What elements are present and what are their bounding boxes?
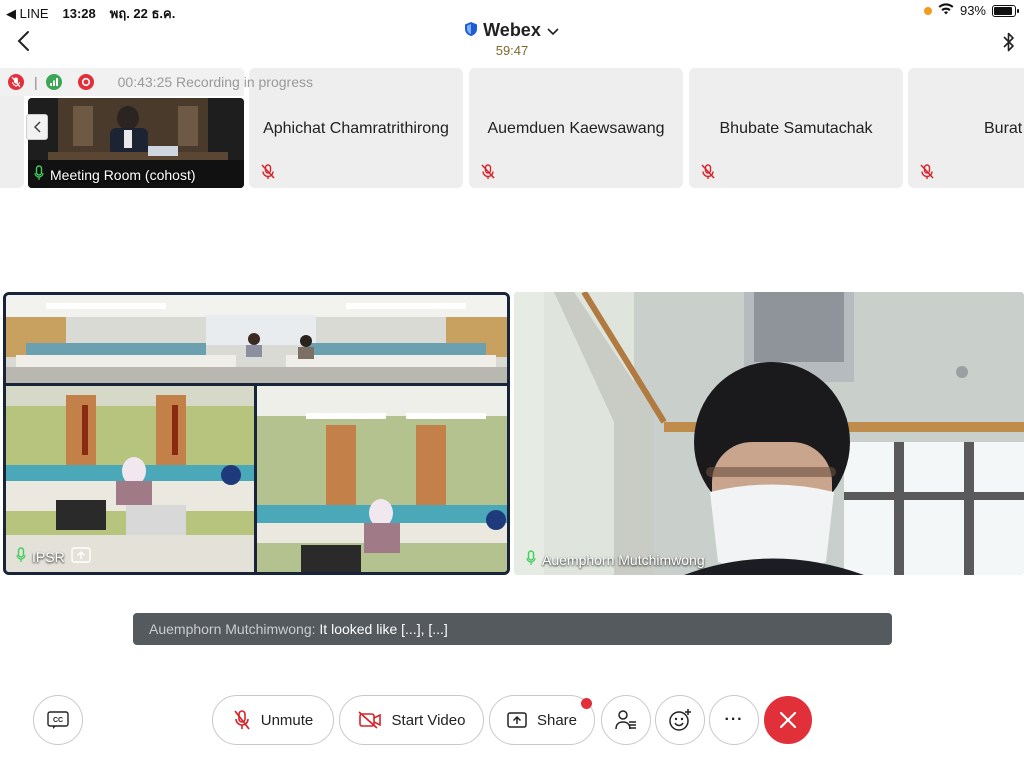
meeting-title: Webex <box>483 20 541 40</box>
chevron-left-icon <box>33 121 41 133</box>
caption-speaker: Auemphorn Mutchimwong: <box>149 621 316 637</box>
divider: | <box>34 74 38 90</box>
speaker-video[interactable]: Auemphorn Mutchimwong <box>514 292 1024 575</box>
meeting-header: Webex 59:47 <box>0 20 1024 58</box>
participant-name: Aphichat Chamratrithirong <box>263 120 449 137</box>
mic-muted-icon <box>261 164 275 185</box>
more-icon: ··· <box>724 711 744 728</box>
network-quality-icon[interactable] <box>45 74 62 90</box>
recording-status: 00:43:25 Recording in progress <box>117 74 313 90</box>
meeting-room-name: Meeting Room (cohost) <box>50 166 196 183</box>
mic-muted-icon[interactable] <box>8 74 24 90</box>
reactions-button[interactable] <box>655 695 705 745</box>
participant-tile[interactable]: Burat <box>908 68 1024 188</box>
speaker-label: Auemphorn Mutchimwong <box>526 550 705 569</box>
mic-in-use-indicator <box>923 6 932 15</box>
status-time: 13:28 <box>62 6 96 21</box>
start-video-label: Start Video <box>391 711 466 729</box>
participant-tile[interactable]: Bhubate Samutachak <box>689 68 903 188</box>
ipsr-label: IPSR <box>16 547 91 566</box>
meeting-room-label: Meeting Room (cohost) <box>34 165 196 184</box>
recording-icon[interactable] <box>77 74 94 90</box>
mic-on-icon <box>526 550 536 569</box>
end-call-button[interactable] <box>764 696 812 744</box>
meeting-room-video[interactable]: Meeting Room (cohost) <box>28 98 244 188</box>
more-options-button[interactable]: ··· <box>709 695 759 745</box>
share-icon <box>507 712 527 728</box>
chevron-down-icon <box>547 20 559 41</box>
battery-icon <box>992 4 1019 17</box>
ipsr-video[interactable]: IPSR <box>3 292 510 575</box>
svg-text:CC: CC <box>53 717 63 724</box>
participant-name: Burat <box>984 120 1023 137</box>
meeting-title-button[interactable]: Webex <box>465 20 559 41</box>
share-label: Share <box>536 711 578 729</box>
mic-muted-icon <box>701 164 715 185</box>
closed-captions-button[interactable]: CC <box>33 695 83 745</box>
participant-name: Bhubate Samutachak <box>719 120 873 137</box>
caption-text: It looked like [...], [...] <box>319 621 448 637</box>
ipsr-name: IPSR <box>32 548 65 565</box>
bluetooth-icon[interactable] <box>1002 32 1016 57</box>
emoji-add-icon <box>669 709 691 731</box>
participant-name: Auemduen Kaewsawang <box>487 120 665 137</box>
battery-percent: 93% <box>959 3 986 18</box>
recording-bar: | 00:43:25 Recording in progress <box>0 68 313 96</box>
notification-dot <box>581 698 592 709</box>
cc-icon: CC <box>47 711 69 729</box>
wifi-icon <box>938 3 954 18</box>
participants-button[interactable] <box>601 695 651 745</box>
share-button[interactable]: Share <box>489 695 595 745</box>
unmute-label: Unmute <box>260 711 314 729</box>
start-video-button[interactable]: Start Video <box>339 695 484 745</box>
collapse-strip-button[interactable] <box>26 114 48 140</box>
shield-icon <box>465 20 478 41</box>
meeting-timer: 59:47 <box>495 43 529 58</box>
mic-muted-icon <box>481 164 495 185</box>
unmute-button[interactable]: Unmute <box>212 695 334 745</box>
screen-share-icon <box>70 547 91 566</box>
participants-icon <box>615 710 636 730</box>
speaker-video-image <box>514 292 1024 575</box>
status-bar: ◀ LINE 13:28 พฤ. 22 ธ.ค. 93% <box>0 0 1024 22</box>
mic-on-icon <box>34 165 44 184</box>
closed-caption-bar: Auemphorn Mutchimwong: It looked like [.… <box>133 613 892 645</box>
mic-muted-icon <box>234 710 250 730</box>
mic-muted-icon <box>920 164 934 185</box>
speaker-name: Auemphorn Mutchimwong <box>542 551 705 568</box>
video-off-icon <box>357 711 381 729</box>
mic-on-icon <box>16 547 26 566</box>
participant-tile[interactable]: Auemduen Kaewsawang <box>469 68 683 188</box>
close-icon <box>779 711 797 729</box>
ipsr-video-image <box>6 295 507 572</box>
